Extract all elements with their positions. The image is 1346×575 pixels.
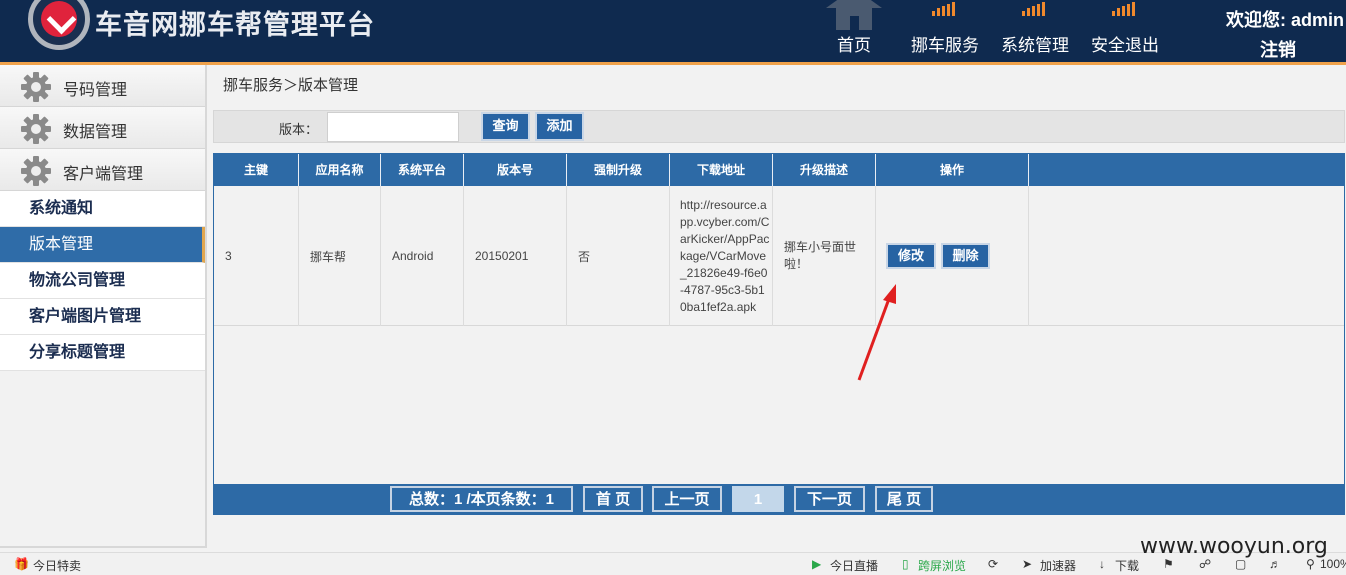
sidebar-item-share-titles[interactable]: 分享标题管理 — [0, 335, 205, 371]
table-row: 3 挪车帮 Android 20150201 否 http://resource… — [214, 186, 1344, 326]
cell-force-upgrade: 否 — [567, 186, 670, 326]
cell-platform: Android — [381, 186, 464, 326]
sidebar-item-logistics[interactable]: 物流公司管理 — [0, 263, 205, 299]
version-table: 主键 应用名称 系统平台 版本号 强制升级 下载地址 升级描述 操作 3 挪车帮… — [213, 153, 1345, 515]
status-cross-screen[interactable]: 跨屏浏览 — [918, 557, 966, 574]
sidebar-group-client-management[interactable]: 客户端管理 — [0, 149, 205, 191]
zoom-icon: ⚲ — [1306, 557, 1315, 571]
col-header-id: 主键 — [214, 154, 299, 186]
cell-id: 3 — [214, 186, 299, 326]
nav-home[interactable]: 首页 — [818, 0, 890, 62]
app-header: 车音网挪车帮管理平台 首页 挪车服务 系统管理 安全退出 欢迎您: admin … — [0, 0, 1346, 62]
nav-safe-exit[interactable]: 安全退出 — [1088, 0, 1162, 62]
col-header-download-url: 下载地址 — [670, 154, 773, 186]
sidebar-item-client-images[interactable]: 客户端图片管理 — [0, 299, 205, 335]
refresh-icon: ⟳ — [988, 557, 999, 571]
logout-link[interactable]: 注销 — [1260, 36, 1296, 62]
annotation-arrow-icon — [857, 284, 896, 381]
last-page-button[interactable]: 尾 页 — [875, 486, 933, 512]
col-header-force-upgrade: 强制升级 — [567, 154, 670, 186]
current-page[interactable]: 1 — [732, 486, 784, 512]
col-header-version: 版本号 — [464, 154, 567, 186]
table-header: 主键 应用名称 系统平台 版本号 强制升级 下载地址 升级描述 操作 — [214, 154, 1344, 186]
brand-logo — [28, 0, 90, 50]
col-header-description: 升级描述 — [773, 154, 876, 186]
version-filter-label: 版本： — [279, 122, 319, 137]
breadcrumb: 挪车服务＞版本管理 — [223, 77, 359, 94]
app-title: 车音网挪车帮管理平台 — [95, 10, 375, 41]
link-icon: ☍ — [1199, 557, 1212, 571]
sidebar-group-label: 号码管理 — [63, 82, 128, 99]
prev-page-button[interactable]: 上一页 — [652, 486, 722, 512]
welcome-text: 欢迎您: admin — [1225, 10, 1344, 30]
col-header-app-name: 应用名称 — [299, 154, 381, 186]
edit-button[interactable]: 修改 — [886, 243, 936, 269]
volume-icon: ♬ — [1269, 557, 1281, 571]
query-button[interactable]: 查询 — [481, 112, 530, 141]
sidebar-group-label: 客户端管理 — [63, 166, 144, 183]
delete-button[interactable]: 删除 — [941, 243, 990, 269]
col-header-actions: 操作 — [876, 154, 1029, 186]
nav-parking-service-label: 挪车服务 — [911, 36, 979, 55]
cell-download-url: http://resource.app.vcyber.com/CarKicker… — [670, 186, 773, 326]
flag-icon: ⚑ — [1163, 557, 1174, 571]
sidebar-group-number-management[interactable]: 号码管理 — [0, 65, 205, 107]
pagination-bar: 总数：1 /本页条数：1 首 页 上一页 1 下一页 尾 页 — [214, 484, 1344, 514]
nav-parking-service[interactable]: 挪车服务 — [908, 0, 982, 62]
bar-chart-icon — [932, 2, 955, 16]
download-icon: ↓ — [1099, 557, 1105, 571]
status-download[interactable]: 下载 — [1115, 557, 1139, 574]
status-today-deals[interactable]: 今日特卖 — [33, 557, 81, 574]
cell-app-name: 挪车帮 — [299, 186, 381, 326]
status-accelerator[interactable]: 加速器 — [1040, 557, 1076, 574]
home-icon — [826, 0, 882, 30]
watermark: www.wooyun.org — [1140, 534, 1328, 559]
nav-system-management[interactable]: 系统管理 — [998, 0, 1072, 62]
window-icon: ▢ — [1235, 557, 1247, 571]
pagination-summary: 总数：1 /本页条数：1 — [390, 486, 573, 512]
gear-icon — [21, 114, 51, 144]
bar-chart-icon — [1112, 2, 1135, 16]
sidebar-item-system-notice[interactable]: 系统通知 — [0, 191, 205, 227]
sidebar-group-label: 数据管理 — [63, 124, 128, 141]
status-live[interactable]: 今日直播 — [830, 557, 878, 574]
add-button[interactable]: 添加 — [535, 112, 584, 141]
nav-system-management-label: 系统管理 — [1001, 36, 1069, 55]
status-zoom[interactable]: 100% — [1320, 557, 1346, 571]
nav-home-label: 首页 — [837, 36, 871, 55]
bar-chart-icon — [1022, 2, 1045, 16]
next-page-button[interactable]: 下一页 — [794, 486, 865, 512]
first-page-button[interactable]: 首 页 — [583, 486, 643, 512]
filter-bar: 版本： 查询 添加 — [213, 110, 1345, 143]
sidebar-item-version-management[interactable]: 版本管理 — [0, 227, 205, 263]
gear-icon — [21, 72, 51, 102]
cell-version: 20150201 — [464, 186, 567, 326]
gift-icon: 🎁 — [14, 557, 29, 571]
rocket-icon: ➤ — [1022, 557, 1033, 571]
sidebar-group-data-management[interactable]: 数据管理 — [0, 107, 205, 149]
gear-icon — [21, 156, 51, 186]
nav-safe-exit-label: 安全退出 — [1091, 36, 1159, 55]
phone-icon: ▯ — [902, 557, 909, 571]
version-input[interactable] — [327, 112, 459, 142]
sidebar: 号码管理 数据管理 客户端管理 系统通知 版本管理 物流公司管理 客户端图片管理… — [0, 65, 207, 548]
col-header-platform: 系统平台 — [381, 154, 464, 186]
play-icon: ▶ — [812, 557, 822, 571]
